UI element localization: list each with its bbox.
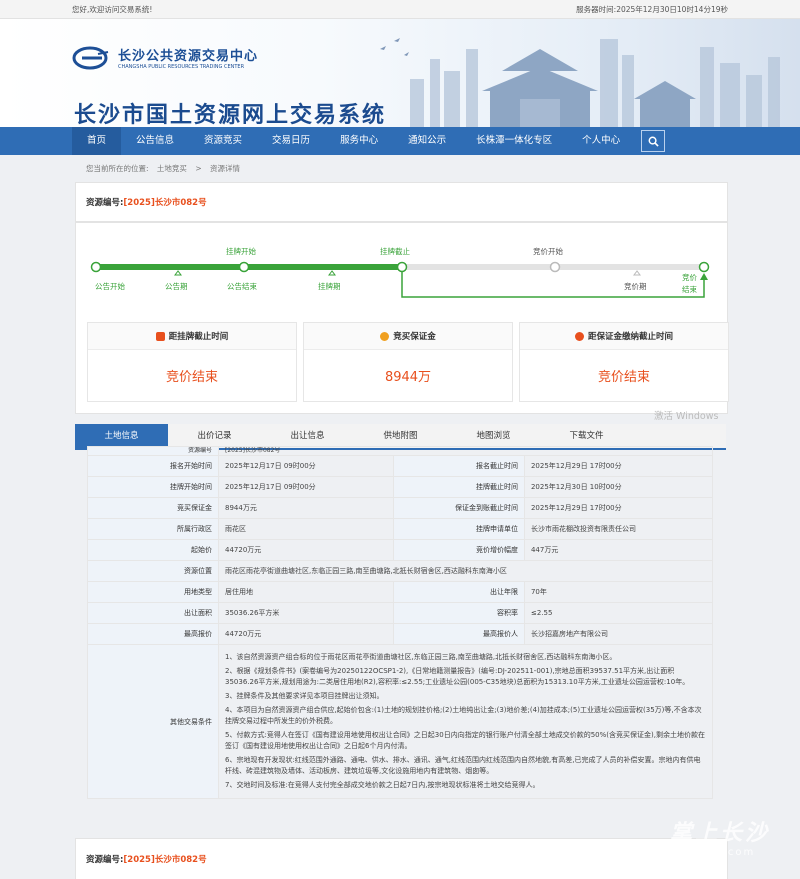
table-row: 出让面积 35036.26平方米 容积率 ≤2.55	[87, 602, 714, 624]
system-title: 长沙市国土资源网上交易系统	[74, 103, 387, 127]
table-row: 报名开始时间 2025年12月17日 09时00分 报名截止时间 2025年12月2…	[87, 455, 714, 477]
table-row: 资源位置 雨花区雨花亭街道曲塘社区,东临正园三路,南至曲塘路,北抵长财宿舍区,西…	[87, 560, 713, 582]
top-bar: 您好,欢迎访问交易系统! 服务器时间:2025年12月30日10时14分19秒	[0, 0, 800, 19]
resource-code: 资源编号:[2025]长沙市082号	[86, 198, 207, 208]
table-row: 挂牌开始时间 2025年12月17日 09时00分 挂牌截止时间 2025年12月3…	[87, 476, 714, 498]
source-brand-watermark: 掌上长沙 icswb.com	[669, 821, 770, 858]
org-logo[interactable]: 长沙公共资源交易中心 CHANGSHA PUBLIC RESOURCES TRA…	[72, 45, 258, 70]
nav-cztz-zone[interactable]: 长株潭一体化专区	[461, 127, 567, 155]
org-name-en: CHANGSHA PUBLIC RESOURCES TRADING CENTER	[118, 64, 245, 70]
table-row: 用地类型 居住用地 出让年限 70年	[87, 581, 714, 603]
tab-transfer-info[interactable]: 出让信息	[261, 424, 354, 448]
table-row: 所属行政区 雨花区 挂牌申请单位 长沙市雨花棚改投资有限责任公司	[87, 518, 714, 540]
table-row: 竞买保证金 8944万元 保证金到账截止时间 2025年12月29日 17时00分	[87, 497, 714, 519]
tab-bid-records[interactable]: 出价记录	[168, 424, 261, 448]
land-info-table: 资源编号 [2025]长沙市082号 报名开始时间 2025年12月17日 09时…	[87, 446, 714, 799]
nav-trading-calendar[interactable]: 交易日历	[257, 127, 325, 155]
progress-label-announce-end: 公告结束	[227, 282, 257, 291]
card-deposit-countdown: 距保证金缴纳截止时间 竞价结束	[519, 322, 729, 402]
nav-notices[interactable]: 通知公示	[393, 127, 461, 155]
city-skyline-illustration	[380, 38, 780, 127]
nav-announcements[interactable]: 公告信息	[121, 127, 189, 155]
tab-land-map[interactable]: 供地附图	[354, 424, 447, 448]
progress-label-bidding-period: 竞价期	[624, 282, 647, 291]
breadcrumb-land-bidding[interactable]: 土地竞买	[157, 164, 187, 173]
org-name: 长沙公共资源交易中心	[118, 49, 259, 64]
tab-downloads[interactable]: 下载文件	[540, 424, 633, 448]
card-deposit: 竞买保证金 8944万	[303, 322, 513, 402]
table-row: 资源编号 [2025]长沙市082号	[87, 446, 713, 456]
main-nav: 首页 公告信息 资源竞买 交易日历 服务中心 通知公示 长株潭一体化专区 个人中…	[0, 127, 800, 155]
search-icon	[648, 136, 659, 147]
coin-icon	[380, 331, 390, 341]
breadcrumb: 您当前所在的位置: 土地竞买 > 资源详情	[86, 164, 240, 173]
header-banner: 长沙公共资源交易中心 CHANGSHA PUBLIC RESOURCES TRA…	[0, 19, 800, 127]
nav-resource-bidding[interactable]: 资源竞买	[189, 127, 257, 155]
progress-label-announce-period: 公告期	[165, 282, 188, 291]
nav-personal-center[interactable]: 个人中心	[567, 127, 635, 155]
nav-home[interactable]: 首页	[72, 127, 122, 155]
progress-label-listing-period: 挂牌期	[318, 282, 341, 291]
table-row: 其他交易条件 1、该自然资源资产组合标的位于雨花区雨花亭街道曲塘社区,东临正园三…	[87, 644, 713, 799]
other-conditions: 1、该自然资源资产组合标的位于雨花区雨花亭街道曲塘社区,东临正园三路,南至曲塘路…	[218, 644, 713, 799]
welcome-text: 您好,欢迎访问交易系统!	[72, 4, 153, 14]
tab-map-browse[interactable]: 地图浏览	[447, 424, 540, 448]
clock-icon	[574, 331, 584, 341]
progress-label-bidding-end: 竞价结束	[682, 273, 697, 294]
server-time: 服务器时间:2025年12月30日10时14分19秒	[576, 4, 728, 14]
resource-code-bottom: 资源编号:[2025]长沙市082号	[86, 855, 207, 865]
progress-label-announce-start: 公告开始	[95, 282, 125, 291]
deposit-countdown-value: 竞价结束	[597, 370, 650, 385]
table-row: 起始价 44720万元 竞价增价幅度 447万元	[87, 539, 714, 561]
table-row: 最高报价 44720万元 最高报价人 长沙招嘉房地产有限公司	[87, 623, 714, 645]
logo-mark-icon	[72, 46, 112, 70]
clock-icon	[155, 331, 165, 341]
tab-land-info[interactable]: 土地信息	[75, 424, 168, 448]
windows-activation-watermark: 激活 Windows	[654, 411, 719, 422]
card-listing-countdown: 距挂牌截止时间 竞价结束	[87, 322, 297, 402]
breadcrumb-resource-detail: 资源详情	[210, 164, 240, 173]
deposit-value: 8944万	[384, 370, 432, 385]
nav-search-button[interactable]	[641, 130, 666, 152]
listing-countdown-value: 竞价结束	[165, 370, 218, 385]
nav-service-center[interactable]: 服务中心	[325, 127, 393, 155]
